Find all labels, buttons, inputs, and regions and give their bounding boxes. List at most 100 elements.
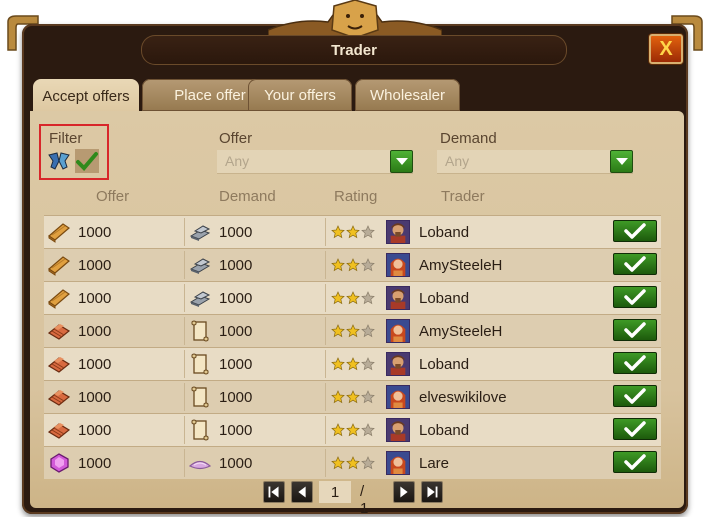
demand-select[interactable]: Any: [437, 150, 633, 174]
close-button[interactable]: X: [649, 34, 683, 64]
table-row: 1000 1000 Loband: [44, 281, 661, 314]
column-divider: [325, 251, 326, 279]
star-empty-icon: [361, 357, 375, 371]
tab-accept-offers[interactable]: Accept offers: [33, 79, 139, 114]
offer-resource-icon-cell: [46, 216, 72, 248]
accept-offer-button[interactable]: [613, 451, 657, 473]
demand-quantity: 1000: [219, 223, 253, 241]
demand-quantity: 1000: [219, 355, 253, 373]
gem-icon: [46, 451, 72, 475]
prev-page-button[interactable]: [291, 481, 313, 503]
window-title: Trader: [331, 41, 377, 59]
accept-offer-button[interactable]: [613, 352, 657, 374]
column-divider: [184, 284, 185, 312]
checkmark-icon: [624, 223, 646, 239]
accept-offer-button[interactable]: [613, 385, 657, 407]
chevron-down-icon[interactable]: [390, 150, 413, 173]
demand-select-value: Any: [445, 153, 470, 169]
offer-select[interactable]: Any: [217, 150, 413, 174]
offer-quantity: 1000: [78, 454, 112, 472]
accept-offer-button[interactable]: [613, 418, 657, 440]
offer-resource-icon-cell: [46, 249, 72, 281]
rating-stars: [331, 216, 375, 248]
star-filled-icon: [346, 423, 360, 437]
star-empty-icon: [361, 390, 375, 404]
demand-resource-icon-cell: [187, 249, 213, 281]
rating-stars: [331, 249, 375, 281]
planks-icon: [46, 220, 72, 244]
column-divider: [325, 350, 326, 378]
offer-quantity: 1000: [78, 355, 112, 373]
scroll-icon: [187, 319, 213, 343]
bricks-icon: [46, 319, 72, 343]
accept-offer-button[interactable]: [613, 253, 657, 275]
trader-avatar-cell: [386, 249, 410, 281]
next-page-button[interactable]: [393, 481, 415, 503]
column-divider: [325, 317, 326, 345]
demand-resource-icon-cell: [187, 381, 213, 413]
first-page-button[interactable]: [263, 481, 285, 503]
male-avatar-icon: [386, 352, 410, 376]
offer-resource-icon-cell: [46, 414, 72, 446]
star-filled-icon: [346, 291, 360, 305]
sandals-icon[interactable]: [47, 149, 71, 173]
column-divider: [184, 317, 185, 345]
planks-icon: [46, 286, 72, 310]
star-filled-icon: [331, 357, 345, 371]
checkmark-icon: [624, 289, 646, 305]
trader-name[interactable]: Lare: [419, 447, 449, 479]
star-filled-icon: [346, 456, 360, 470]
star-empty-icon: [361, 258, 375, 272]
scroll-icon: [187, 352, 213, 376]
trader-name[interactable]: AmySteeleH: [419, 315, 502, 347]
scroll-icon: [187, 385, 213, 409]
accept-offer-button[interactable]: [613, 220, 657, 242]
bricks-icon: [46, 385, 72, 409]
title-bar: Trader: [141, 35, 567, 65]
filter-toggles: [47, 149, 99, 173]
tab-wholesaler[interactable]: Wholesaler: [355, 79, 460, 111]
column-divider: [184, 218, 185, 246]
steel-icon: [187, 286, 213, 310]
column-divider: [325, 218, 326, 246]
checkmark-icon: [624, 421, 646, 437]
offer-quantity: 1000: [78, 256, 112, 274]
trader-name[interactable]: Loband: [419, 414, 469, 446]
offer-resource-icon-cell: [46, 348, 72, 380]
offer-resource-icon-cell: [46, 447, 72, 479]
checkmark-icon[interactable]: [75, 149, 99, 173]
silk-icon: [187, 451, 213, 475]
male-avatar-icon: [386, 286, 410, 310]
trader-name[interactable]: Loband: [419, 216, 469, 248]
last-page-button[interactable]: [421, 481, 443, 503]
star-filled-icon: [331, 423, 345, 437]
accept-offer-button[interactable]: [613, 319, 657, 341]
column-divider: [184, 449, 185, 477]
trader-name[interactable]: AmySteeleH: [419, 249, 502, 281]
demand-select-label: Demand: [440, 130, 497, 147]
trader-avatar-cell: [386, 216, 410, 248]
female-avatar-icon: [386, 253, 410, 277]
trader-name[interactable]: elveswikilove: [419, 381, 507, 413]
star-empty-icon: [361, 291, 375, 305]
column-header-offer: Offer: [96, 188, 130, 205]
accept-offer-button[interactable]: [613, 286, 657, 308]
checkmark-icon: [624, 388, 646, 404]
demand-quantity: 1000: [219, 289, 253, 307]
column-divider: [184, 251, 185, 279]
checkmark-icon: [624, 355, 646, 371]
rating-stars: [331, 348, 375, 380]
column-header-trader: Trader: [441, 188, 485, 205]
chevron-down-icon[interactable]: [610, 150, 633, 173]
demand-resource-icon-cell: [187, 447, 213, 479]
tab-your-offers[interactable]: Your offers: [248, 79, 352, 111]
trader-name[interactable]: Loband: [419, 282, 469, 314]
column-divider: [325, 449, 326, 477]
page-number-input[interactable]: [319, 481, 351, 503]
trader-name[interactable]: Loband: [419, 348, 469, 380]
star-filled-icon: [346, 258, 360, 272]
male-avatar-icon: [386, 220, 410, 244]
checkmark-icon: [624, 322, 646, 338]
demand-resource-icon-cell: [187, 315, 213, 347]
rating-stars: [331, 381, 375, 413]
